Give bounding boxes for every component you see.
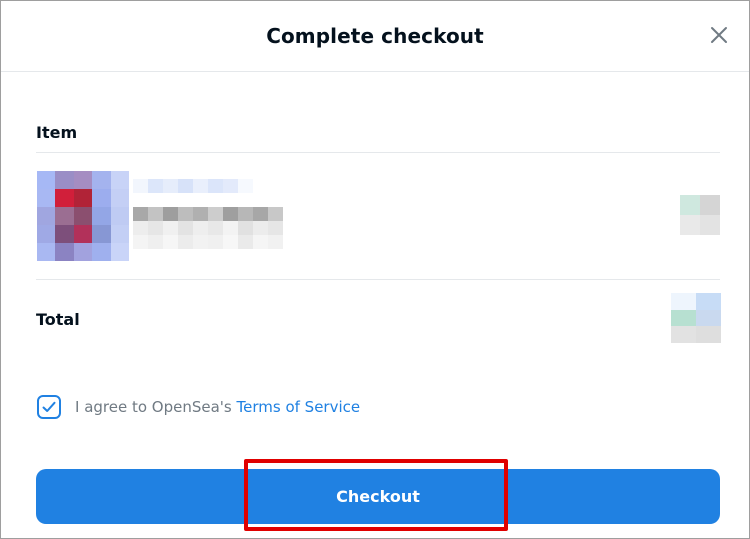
checkout-modal: Complete checkout Item Total I agree to …	[0, 0, 750, 539]
item-divider	[36, 152, 720, 153]
terms-of-service-link[interactable]: Terms of Service	[237, 398, 361, 416]
item-price-redacted	[680, 195, 720, 235]
total-divider	[36, 279, 720, 280]
close-button[interactable]	[707, 23, 731, 47]
item-section-label: Item	[36, 123, 78, 142]
close-icon	[711, 27, 727, 43]
item-thumbnail[interactable]	[37, 171, 129, 261]
modal-header: Complete checkout	[1, 1, 749, 72]
checkmark-icon	[42, 401, 56, 412]
item-details-redacted	[133, 179, 283, 249]
terms-agreement-row: I agree to OpenSea's Terms of Service	[36, 392, 360, 422]
terms-agreement-text: I agree to OpenSea's Terms of Service	[75, 398, 360, 416]
total-section-label: Total	[36, 310, 80, 329]
total-price-redacted	[671, 293, 721, 343]
checkout-button[interactable]: Checkout	[36, 469, 720, 524]
modal-title: Complete checkout	[266, 24, 484, 48]
terms-checkbox[interactable]	[37, 395, 61, 419]
terms-prefix: I agree to OpenSea's	[75, 398, 237, 416]
